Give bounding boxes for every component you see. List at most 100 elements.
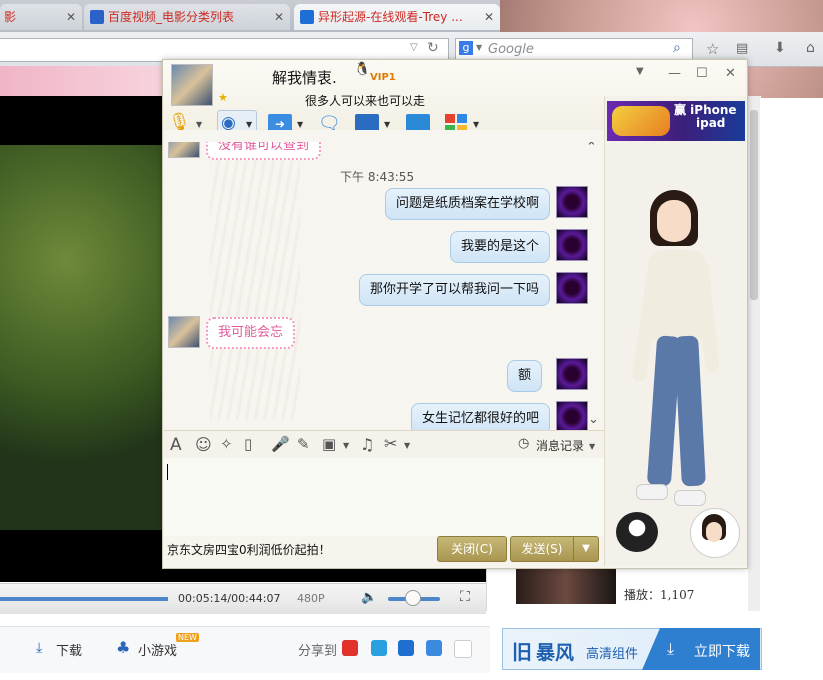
message-text: 我要的是这个 <box>461 239 540 254</box>
emoji-icon[interactable]: ☺ <box>195 435 212 454</box>
download-icon[interactable]: ⬇ <box>774 40 786 56</box>
apps-icon[interactable] <box>445 114 455 123</box>
fullscreen-icon[interactable]: ⛶ <box>460 589 470 605</box>
chevron-down-icon[interactable]: ▼ <box>246 120 252 129</box>
download-icon: ⤓ <box>667 639 675 658</box>
baofeng-logo: 旧 <box>512 640 532 664</box>
qzone-icon[interactable] <box>426 640 442 656</box>
download-icon[interactable]: ⤓ <box>36 640 42 656</box>
my-avatar <box>556 272 588 304</box>
baofeng-brand: 暴风 <box>536 642 575 664</box>
avatar-right-shoe <box>674 490 706 506</box>
google-icon[interactable]: g <box>459 41 473 55</box>
video-progress-bar[interactable] <box>0 597 168 601</box>
window-menu-icon[interactable]: ▼ <box>636 66 644 77</box>
bookmark-star-icon[interactable]: ☆ <box>706 40 719 58</box>
related-video-thumbnail[interactable] <box>516 566 616 604</box>
voice-message-icon[interactable]: 🎤 <box>271 435 290 453</box>
clover-icon[interactable]: ♣ <box>116 638 130 657</box>
close-button[interactable]: 关闭(C) <box>437 536 507 562</box>
tab-close-icon[interactable]: ✕ <box>66 4 76 30</box>
contact-message-avatar <box>168 316 200 348</box>
download-now-label: 立即下载 <box>694 644 750 660</box>
tab-active-video[interactable]: 异形起源-在线观看-Trey ... ✕ <box>294 4 500 30</box>
volume-knob[interactable] <box>405 590 421 606</box>
new-badge: NEW <box>176 633 199 642</box>
send-button[interactable]: 发送(S) <box>510 536 574 562</box>
download-link[interactable]: 下载 <box>56 640 82 659</box>
vip-badge: VIP1 <box>370 72 396 83</box>
side-ad-line1: 赢 iPhone <box>674 103 737 117</box>
my-avatar <box>556 358 588 390</box>
music-icon[interactable]: ♫ <box>360 435 374 454</box>
scrollbar-thumb[interactable] <box>750 110 758 300</box>
mini-games-link[interactable]: 小游戏 <box>138 640 177 659</box>
tab-close-icon[interactable]: ✕ <box>274 4 284 30</box>
play-count: 播放：1,107 <box>624 588 695 602</box>
message-text: 额 <box>518 368 532 383</box>
clipboard-icon[interactable]: ▤ <box>736 41 748 56</box>
weibo-icon[interactable] <box>342 640 358 656</box>
chevron-down-icon[interactable]: ▼ <box>473 120 479 129</box>
scissors-icon[interactable]: ✂ <box>384 434 397 453</box>
close-icon[interactable]: ✕ <box>725 66 736 81</box>
tab-prev[interactable]: 影 ✕ <box>0 4 82 30</box>
pengyou-icon[interactable] <box>371 640 387 656</box>
tab-baidu-video[interactable]: 百度视频_电影分类列表 ✕ <box>84 4 290 30</box>
volume-icon[interactable]: 🔈 <box>361 590 377 605</box>
message-text: 女生记忆都很好的吧 <box>422 411 540 426</box>
reload-icon[interactable]: ↻ <box>427 40 439 56</box>
baofeng-component: 高清组件 <box>586 647 639 662</box>
page-banner <box>0 66 162 96</box>
minimize-icon[interactable]: — <box>668 66 681 81</box>
self-avatar-face <box>706 522 722 542</box>
avatar-left-shoe <box>636 484 668 500</box>
contact-avatar[interactable] <box>171 64 213 106</box>
message-history-button[interactable]: 消息记录 <box>536 437 584 454</box>
star-icon: ★ <box>218 91 228 104</box>
chevron-down-icon[interactable]: ▼ <box>476 43 482 52</box>
baidu-paw-icon <box>90 10 104 24</box>
message-timestamp: 下午 8:43:55 <box>340 170 415 184</box>
chevron-down-icon[interactable]: ▼ <box>297 120 303 129</box>
home-icon[interactable]: ⌂ <box>806 40 815 56</box>
quality-selector[interactable]: 480P <box>297 592 325 605</box>
chevron-down-icon[interactable]: ▼ <box>404 441 410 450</box>
tab-label: 影 <box>4 10 17 24</box>
chat-top-fade <box>164 130 604 142</box>
sent-message-bubble: 额 <box>507 360 543 392</box>
message-text: 问题是纸质档案在学校啊 <box>396 196 540 211</box>
renren-icon[interactable] <box>398 640 414 656</box>
search-icon[interactable]: ⌕ <box>673 40 681 56</box>
chevron-down-icon[interactable]: ▼ <box>196 120 202 129</box>
search-placeholder: Google <box>488 42 534 57</box>
edit-icon[interactable]: ✎ <box>297 435 310 453</box>
avatar-face <box>657 200 691 242</box>
chevron-down-icon[interactable]: ▼ <box>589 442 595 451</box>
screenshot-icon[interactable]: ▯ <box>244 435 252 453</box>
message-input[interactable] <box>164 458 604 536</box>
qq-share-icon[interactable] <box>454 640 472 658</box>
chevron-down-icon[interactable]: ▼ <box>384 120 390 129</box>
expand-icon[interactable]: ⌄ <box>588 412 599 427</box>
qq-penguin-icon[interactable] <box>616 512 658 552</box>
maximize-icon[interactable]: ☐ <box>696 66 708 81</box>
chevron-down-icon[interactable]: ▼ <box>343 441 349 450</box>
side-ad-text: 赢 iPhone ipad <box>674 104 737 130</box>
url-dropdown-icon[interactable]: ▽ <box>410 42 418 53</box>
my-avatar <box>556 229 588 261</box>
shake-icon[interactable]: ✧ <box>220 435 233 453</box>
my-avatar <box>556 186 588 218</box>
tab-close-icon[interactable]: ✕ <box>484 4 494 30</box>
video-site-icon <box>300 10 314 24</box>
font-icon[interactable]: A <box>170 435 182 455</box>
contact-signature: 很多人可以来也可以走 <box>305 94 426 108</box>
video-frame <box>0 145 165 530</box>
send-options-icon[interactable]: ▼ <box>573 536 599 562</box>
image-icon[interactable]: ▣ <box>322 435 336 453</box>
collapse-icon[interactable]: ⌃ <box>586 140 597 155</box>
qq-penguin-icon: 🐧 <box>354 62 371 77</box>
video-timecode: 00:05:14/00:44:07 <box>178 592 281 605</box>
message-text: 那你开学了可以帮我问一下吗 <box>370 282 540 297</box>
ad-link[interactable]: 京东文房四宝0利润低价起拍！ <box>167 541 331 558</box>
